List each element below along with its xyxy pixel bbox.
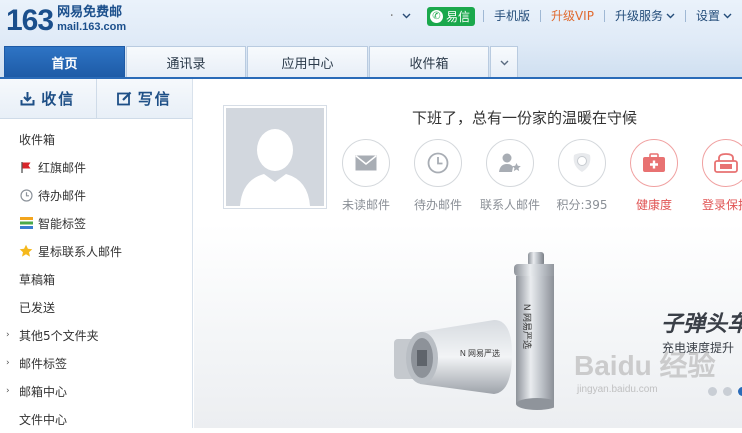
folder-mailbox-center[interactable]: › 邮箱中心 [0,377,192,405]
shortcut-contact-mail[interactable]: 联系人邮件 [478,139,542,213]
envelope-icon [342,139,390,187]
folder-todo[interactable]: 待办邮件 [0,181,192,209]
settings-label: 设置 [695,9,720,23]
folder-label: 文件中心 [19,412,68,427]
folder-label: 智能标签 [38,216,87,231]
receive-mail-button[interactable]: 收信 [0,79,96,118]
chevron-down-icon [500,60,508,65]
top-nav: · ✆ 易信 手机版 升级VIP 升级服务 设置 [381,6,742,26]
folder-other[interactable]: › 其他5个文件夹 [0,321,192,349]
shortcut-label: 健康度 [635,198,672,212]
tabs-more-button[interactable] [490,46,518,78]
carousel-dot[interactable] [723,387,732,396]
tab-contacts[interactable]: 通讯录 [126,46,246,78]
chevron-down-icon [402,13,411,19]
folder-drafts[interactable]: 草稿箱 [0,265,192,293]
yixin-icon: ✆ [429,9,443,23]
carousel-dots [708,387,742,396]
folder-inbox[interactable]: 收件箱 [0,125,192,153]
sidebar: 收信 写信 收件箱 红旗邮件 待办邮件 智能标签 星标联系人邮件 草稿箱 已发送… [0,79,193,428]
smart-tag-icon [19,216,33,230]
folder-label: 收件箱 [19,132,56,147]
folder-list: 收件箱 红旗邮件 待办邮件 智能标签 星标联系人邮件 草稿箱 已发送 › 其他5… [0,119,192,433]
shortcut-unread[interactable]: 未读邮件 [334,139,398,213]
folder-smart-tags[interactable]: 智能标签 [0,209,192,237]
shortcut-todo[interactable]: 待办邮件 [406,139,470,213]
svg-text:N 网易严选: N 网易严选 [522,304,533,349]
default-avatar-icon [226,108,324,206]
watermark-text: Baidu 经验 [574,350,716,381]
folder-file-center[interactable]: 文件中心 [0,405,192,433]
edit-icon [116,91,132,106]
promo-banner[interactable]: N 网易严选 N 网易严选 子弹头车 充电速度提升 Baidu 经验 jingy… [194,224,742,428]
tab-app-center[interactable]: 应用中心 [247,46,368,78]
login-protect-icon [702,139,742,187]
banner-title: 子弹头车 [661,312,742,337]
account-dot-icon: · [389,8,394,24]
write-mail-button[interactable]: 写信 [95,79,193,118]
avatar[interactable] [223,105,327,209]
shortcut-login-protect[interactable]: 登录保护 [694,139,742,213]
shortcut-points[interactable]: 积分:395 [550,139,614,213]
shortcut-health[interactable]: 健康度 [622,139,686,213]
carousel-dot-active[interactable] [738,387,742,396]
chevron-down-icon [666,13,675,19]
top-header: 163 网易免费邮 mail.163.com · ✆ 易信 手机版 升级VIP … [0,0,742,79]
logo-name: 网易免费邮 [57,5,123,20]
compose-row: 收信 写信 [0,79,192,119]
main-content: 下班了，总有一份家的温暖在守候 未读邮件 待办邮件 联系人邮件 积分:395 健… [194,79,742,428]
logo-domain: mail.163.com [57,21,127,33]
yixin-label: 易信 [445,9,470,24]
car-charger-image: N 网易严选 N 网易严选 [394,252,554,410]
upgrade-service-menu[interactable]: 升级服务 [605,6,685,26]
tab-inbox[interactable]: 收件箱 [369,46,489,78]
folder-label: 星标联系人邮件 [38,244,123,259]
settings-menu[interactable]: 设置 [686,6,742,26]
shortcut-label: 未读邮件 [341,198,390,212]
folder-label: 其他5个文件夹 [19,328,99,343]
folder-label: 已发送 [19,300,56,315]
clock-icon [414,139,462,187]
tab-home[interactable]: 首页 [4,46,125,78]
caret-right-icon: › [6,358,10,368]
folder-label: 邮箱中心 [19,384,68,399]
shortcut-label: 待办邮件 [413,198,462,212]
contact-star-icon [486,139,534,187]
svg-text:N 网易严选: N 网易严选 [460,348,500,358]
caret-right-icon: › [6,386,10,396]
main-tabs: 首页 通讯录 应用中心 收件箱 [4,46,519,78]
shortcut-label: 联系人邮件 [479,198,540,212]
points-icon [558,139,606,187]
folder-starred-contacts[interactable]: 星标联系人邮件 [0,237,192,265]
folder-label: 邮件标签 [19,356,68,371]
folder-red-flag[interactable]: 红旗邮件 [0,153,192,181]
account-menu[interactable]: · [381,8,418,24]
shortcut-label: 积分:395 [556,198,608,212]
shortcut-label: 登录保护 [701,198,742,212]
folder-label: 草稿箱 [19,272,56,287]
folder-label: 红旗邮件 [38,160,87,175]
star-icon [19,244,33,258]
clock-icon [19,188,33,202]
upgrade-service-label: 升级服务 [614,9,663,23]
mobile-version-link[interactable]: 手机版 [484,6,540,26]
red-flag-icon [19,160,33,174]
logo[interactable]: 163 网易免费邮 mail.163.com [6,5,126,37]
folder-sent[interactable]: 已发送 [0,293,192,321]
download-icon [20,92,35,106]
folder-label: 待办邮件 [38,188,87,203]
yixin-button[interactable]: ✆ 易信 [426,6,475,26]
watermark-sub-text: jingyan.baidu.com [577,384,658,395]
chevron-down-icon [723,13,732,19]
carousel-dot[interactable] [708,387,717,396]
greeting-text: 下班了，总有一份家的温暖在守候 [412,109,638,127]
receive-mail-label: 收信 [41,90,76,108]
caret-right-icon: › [6,330,10,340]
logo-number: 163 [6,4,54,37]
medical-kit-icon [630,139,678,187]
folder-mail-tags[interactable]: › 邮件标签 [0,349,192,377]
write-mail-label: 写信 [137,90,172,108]
upgrade-vip-link[interactable]: 升级VIP [541,6,604,26]
